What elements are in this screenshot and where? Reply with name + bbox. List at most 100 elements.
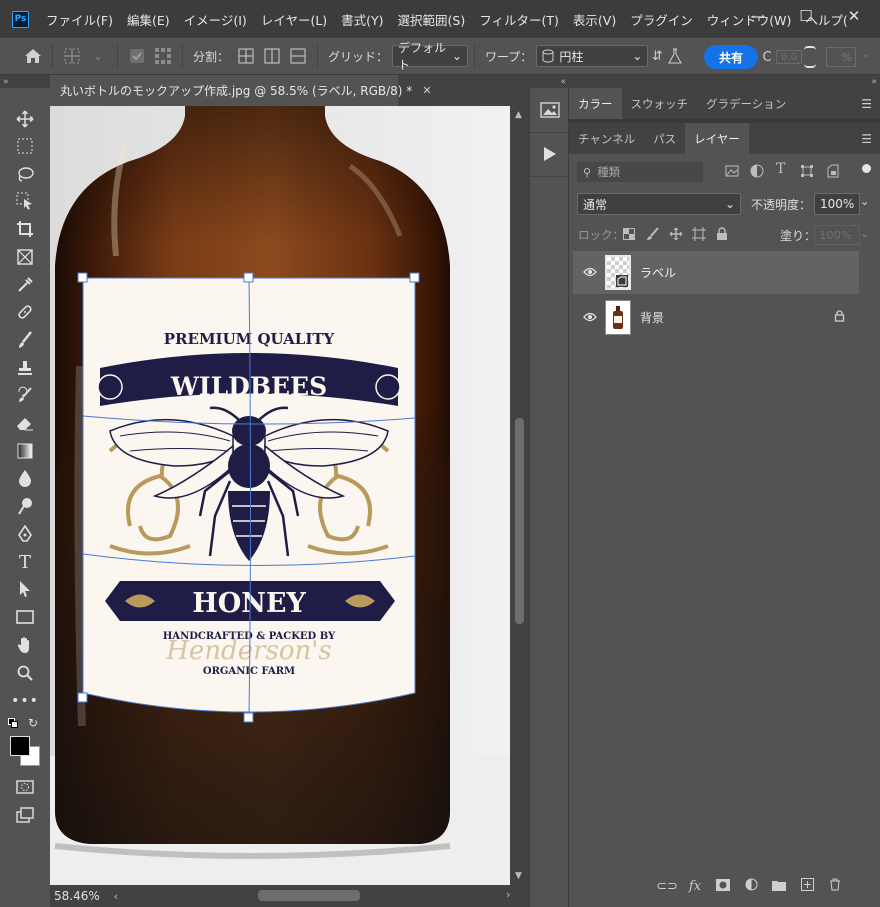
layer-filter-field[interactable]: ⚲ 種類 bbox=[577, 162, 703, 182]
healing-brush-tool-icon[interactable] bbox=[12, 300, 38, 324]
adjustment-layer-icon[interactable] bbox=[737, 878, 765, 895]
lock-position-icon[interactable] bbox=[669, 227, 683, 244]
clone-stamp-tool-icon[interactable] bbox=[12, 356, 38, 380]
handle-top-right[interactable] bbox=[409, 272, 420, 283]
play-actions-icon[interactable] bbox=[543, 146, 557, 165]
foreground-color-swatch[interactable] bbox=[10, 736, 30, 756]
minimize-button[interactable]: — bbox=[736, 4, 780, 28]
maximize-button[interactable]: ☐ bbox=[784, 4, 828, 28]
document-canvas[interactable]: PREMIUM QUALITY WILDBEES HONEY HANDCRAFT… bbox=[50, 106, 510, 885]
link-layers-icon[interactable]: ⊂⊃ bbox=[653, 879, 681, 894]
tab-layers[interactable]: レイヤー bbox=[685, 123, 749, 154]
curve-arrow-icon[interactable]: C bbox=[760, 44, 774, 70]
grid-points-icon[interactable] bbox=[150, 43, 176, 69]
menu-filter[interactable]: フィルター(T) bbox=[472, 10, 566, 29]
layer-effects-icon[interactable]: fx bbox=[681, 879, 709, 894]
eyedropper-tool-icon[interactable] bbox=[12, 273, 38, 297]
home-icon[interactable] bbox=[20, 43, 46, 69]
swap-colors-icon[interactable]: ↻ bbox=[28, 716, 38, 730]
flask-icon[interactable] bbox=[666, 43, 684, 69]
history-brush-tool-icon[interactable] bbox=[12, 383, 38, 407]
panel-menu-icon[interactable]: ☰ bbox=[861, 97, 872, 111]
split-vertical-icon[interactable] bbox=[259, 43, 285, 69]
close-window-button[interactable]: ✕ bbox=[832, 4, 876, 28]
lock-all-icon[interactable] bbox=[716, 227, 728, 244]
crop-tool-icon[interactable] bbox=[12, 217, 38, 241]
layer-thumbnail[interactable] bbox=[605, 255, 631, 290]
tab-swatches[interactable]: スウォッチ bbox=[622, 88, 698, 119]
layer-name[interactable]: ラベル bbox=[640, 264, 676, 281]
dock-collapse-strip[interactable]: « bbox=[529, 75, 569, 89]
image-panel-icon[interactable] bbox=[540, 100, 560, 123]
handle-bottom-left[interactable] bbox=[77, 692, 88, 703]
rectangle-tool-icon[interactable] bbox=[12, 605, 38, 629]
move-tool-icon[interactable] bbox=[12, 107, 38, 131]
checkbox-icon[interactable] bbox=[124, 43, 150, 69]
warp-transform-icon[interactable] bbox=[59, 43, 85, 69]
frame-tool-icon[interactable] bbox=[12, 245, 38, 269]
tab-paths[interactable]: パス bbox=[644, 123, 685, 154]
zoom-tool-icon[interactable] bbox=[12, 661, 38, 685]
grid-select[interactable]: デフォルト ⌄ bbox=[392, 41, 469, 72]
dodge-tool-icon[interactable] bbox=[12, 494, 38, 518]
split-cross-icon[interactable] bbox=[233, 43, 259, 69]
chevron-down-icon[interactable]: ⌄ bbox=[860, 227, 869, 240]
filter-adjustment-icon[interactable] bbox=[750, 164, 764, 181]
chevron-down-icon[interactable]: ⌄ bbox=[85, 43, 111, 69]
scroll-up-icon[interactable]: ▲ bbox=[515, 110, 522, 120]
marquee-tool-icon[interactable] bbox=[12, 134, 38, 158]
hand-tool-icon[interactable] bbox=[12, 633, 38, 657]
tab-gradients[interactable]: グラデーション bbox=[697, 88, 795, 119]
new-group-icon[interactable] bbox=[765, 879, 793, 895]
path-selection-tool-icon[interactable] bbox=[12, 577, 38, 601]
blur-tool-icon[interactable] bbox=[12, 466, 38, 490]
panel-menu-icon[interactable]: ☰ bbox=[861, 132, 872, 146]
quick-mask-icon[interactable] bbox=[12, 775, 38, 799]
reset-icon[interactable] bbox=[804, 46, 816, 68]
layer-thumbnail[interactable] bbox=[605, 300, 631, 335]
scroll-right-icon[interactable]: › bbox=[506, 888, 510, 901]
zoom-level[interactable]: 58.46% bbox=[54, 889, 100, 903]
close-icon[interactable]: ✕ bbox=[422, 84, 431, 97]
handle-top-left[interactable] bbox=[77, 272, 88, 283]
default-colors-icon[interactable] bbox=[8, 718, 18, 728]
layer-row[interactable]: 背景 bbox=[573, 296, 859, 339]
menu-view[interactable]: 表示(V) bbox=[566, 10, 623, 29]
add-mask-icon[interactable] bbox=[709, 878, 737, 895]
scroll-down-icon[interactable]: ▼ bbox=[515, 871, 522, 881]
layer-name[interactable]: 背景 bbox=[640, 309, 664, 326]
chevron-down-icon[interactable]: ⌄ bbox=[860, 195, 869, 208]
brush-tool-icon[interactable] bbox=[12, 328, 38, 352]
object-selection-tool-icon[interactable] bbox=[12, 189, 38, 213]
tab-channels[interactable]: チャンネル bbox=[569, 123, 644, 154]
eraser-tool-icon[interactable] bbox=[12, 411, 38, 435]
swap-orientation-icon[interactable]: ⇵ bbox=[648, 43, 666, 69]
eye-icon[interactable] bbox=[583, 311, 597, 325]
panel-collapse-strip[interactable]: » bbox=[569, 75, 880, 89]
opacity-field[interactable]: 100% bbox=[814, 193, 860, 215]
menu-layer[interactable]: レイヤー(L) bbox=[254, 10, 334, 29]
vertical-scroll-thumb[interactable] bbox=[515, 418, 524, 624]
filter-smart-object-icon[interactable] bbox=[826, 164, 840, 181]
blend-mode-select[interactable]: 通常 ⌄ bbox=[577, 193, 741, 215]
fill-field[interactable]: 100% bbox=[814, 225, 860, 245]
menu-image[interactable]: イメージ(I) bbox=[177, 10, 254, 29]
warp-select[interactable]: 円柱 ⌄ bbox=[536, 45, 649, 67]
toolbar-collapse-strip[interactable]: » bbox=[0, 75, 50, 89]
menu-select[interactable]: 選択範囲(S) bbox=[391, 10, 473, 29]
new-layer-icon[interactable] bbox=[793, 878, 821, 895]
lock-transparent-icon[interactable] bbox=[623, 228, 635, 243]
menu-plugins[interactable]: プラグイン bbox=[623, 10, 700, 29]
type-tool-icon[interactable]: T bbox=[12, 550, 38, 574]
menu-file[interactable]: ファイル(F) bbox=[39, 10, 120, 29]
document-tab[interactable]: 丸いボトルのモックアップ作成.jpg @ 58.5% (ラベル, RGB/8) … bbox=[50, 75, 432, 106]
handle-top-center[interactable] bbox=[243, 272, 254, 283]
trash-icon[interactable] bbox=[821, 878, 849, 895]
lasso-tool-icon[interactable] bbox=[12, 162, 38, 186]
vertical-scrollbar[interactable]: ▲ ▼ bbox=[510, 106, 529, 885]
pen-tool-icon[interactable] bbox=[12, 522, 38, 546]
lock-image-icon[interactable] bbox=[646, 227, 660, 244]
filter-shape-icon[interactable] bbox=[800, 164, 814, 181]
chevron-down-icon[interactable]: ⌄ bbox=[862, 49, 870, 60]
handle-bottom-center[interactable] bbox=[243, 712, 254, 723]
